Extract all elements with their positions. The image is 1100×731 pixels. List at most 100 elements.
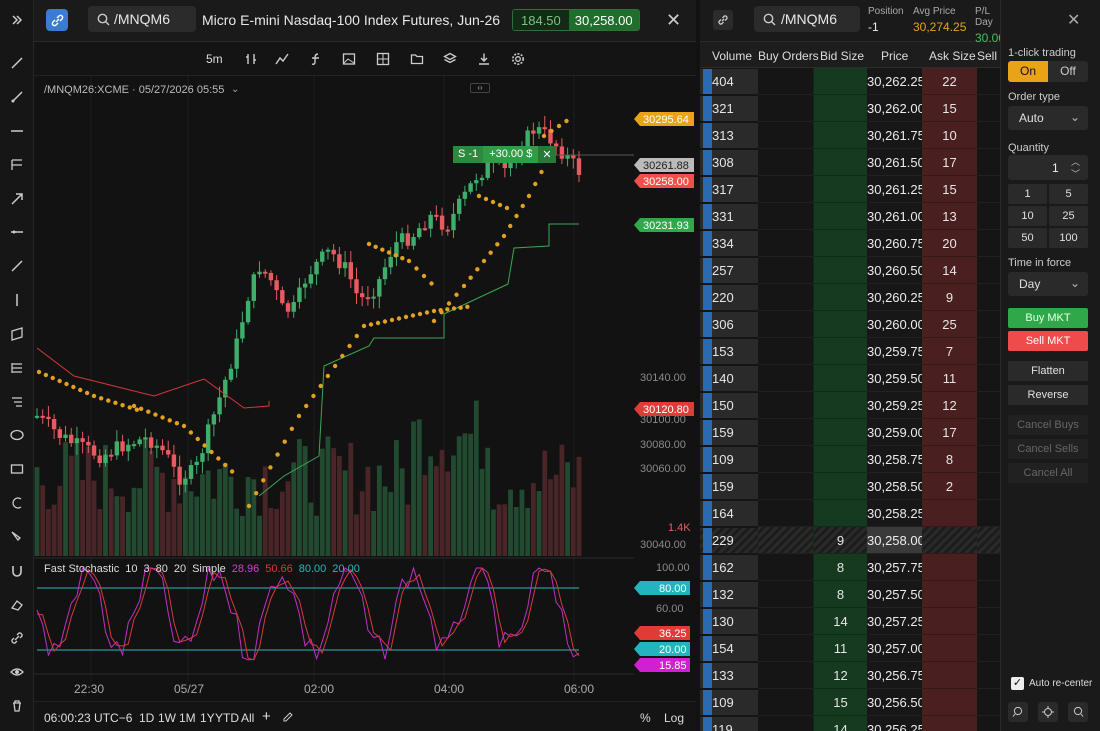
function-icon[interactable] (309, 50, 323, 68)
buy-orders-cell[interactable] (758, 581, 813, 608)
indicators-icon[interactable] (275, 50, 289, 68)
dom-ladder[interactable]: 404 30,262.25 22 321 30,262.00 15 313 30,261.75… (700, 68, 1000, 731)
interval-button[interactable]: 5m (206, 50, 223, 68)
close-icon[interactable]: ✕ (666, 10, 681, 31)
trendline-icon[interactable] (7, 53, 27, 73)
sell-orders-cell[interactable] (977, 581, 1000, 608)
bid-size-cell[interactable]: 12 (813, 662, 867, 689)
sell-orders-cell[interactable] (977, 608, 1000, 635)
center-icon[interactable] (1038, 702, 1058, 722)
symbol-search-input[interactable]: /MNQM6 (88, 6, 196, 32)
fib-extension-icon[interactable] (7, 392, 27, 412)
cancel-all-button[interactable]: Cancel All (1008, 463, 1088, 483)
one-click-toggle[interactable]: On Off (1008, 61, 1088, 82)
dom-symbol-input[interactable]: /MNQM6 (754, 6, 860, 32)
expand-icon[interactable] (7, 10, 27, 30)
quantity-stepper[interactable]: 1 ︿ ﹀ (1008, 155, 1088, 180)
brush-icon[interactable] (7, 527, 27, 547)
segment-icon[interactable] (7, 256, 27, 276)
arc-icon[interactable] (7, 493, 27, 513)
sell-mkt-button[interactable]: Sell MKT (1008, 331, 1088, 351)
buy-orders-cell[interactable] (758, 662, 813, 689)
bid-size-cell[interactable] (813, 284, 867, 311)
bid-size-cell[interactable] (813, 473, 867, 500)
range-1y[interactable]: 1Y (200, 711, 215, 725)
fib-retracement-icon[interactable] (7, 358, 27, 378)
buy-orders-cell[interactable] (758, 527, 813, 554)
sell-orders-cell[interactable] (977, 230, 1000, 257)
sell-orders-cell[interactable] (977, 662, 1000, 689)
buy-orders-cell[interactable] (758, 716, 813, 731)
qty-button[interactable]: 5 (1049, 184, 1088, 204)
magnet-icon[interactable] (7, 561, 27, 581)
bid-size-cell[interactable]: 14 (813, 716, 867, 731)
settings-icon[interactable] (511, 50, 525, 68)
log-toggle[interactable]: Log (664, 711, 684, 725)
buy-orders-cell[interactable] (758, 554, 813, 581)
layout-icon[interactable] (376, 50, 390, 68)
sell-orders-cell[interactable] (977, 527, 1000, 554)
qty-button[interactable]: 25 (1049, 206, 1088, 226)
ask-size-cell[interactable]: 2 (922, 473, 977, 500)
pencil-icon[interactable] (282, 711, 294, 726)
ask-size-cell[interactable]: 20 (922, 230, 977, 257)
price-chart[interactable]: 30140.0030100.0030080.0030060.0030040.00… (34, 76, 696, 701)
dom-row[interactable]: 308 30,261.50 17 (700, 149, 1000, 176)
link-icon[interactable] (713, 10, 733, 30)
close-icon[interactable]: ✕ (1067, 10, 1080, 30)
sell-orders-cell[interactable] (977, 149, 1000, 176)
range-1w[interactable]: 1W (158, 711, 176, 725)
buy-orders-cell[interactable] (758, 68, 813, 95)
col-bid-size[interactable]: Bid Size (820, 49, 864, 63)
link-icon[interactable] (7, 628, 27, 648)
bid-size-cell[interactable] (813, 392, 867, 419)
qty-button[interactable]: 10 (1008, 206, 1047, 226)
buy-orders-cell[interactable] (758, 635, 813, 662)
sell-orders-cell[interactable] (977, 365, 1000, 392)
collapse-icon[interactable]: ‹› (470, 83, 490, 93)
extended-line-icon[interactable] (7, 222, 27, 242)
ask-size-cell[interactable] (922, 581, 977, 608)
buy-orders-cell[interactable] (758, 689, 813, 716)
ask-size-cell[interactable] (922, 689, 977, 716)
dom-row[interactable]: 164 30,258.25 (700, 500, 1000, 527)
ask-size-cell[interactable]: 14 (922, 257, 977, 284)
dom-row[interactable]: 130 14 30,257.25 (700, 608, 1000, 635)
buy-orders-cell[interactable] (758, 284, 813, 311)
dom-row[interactable]: 404 30,262.25 22 (700, 68, 1000, 95)
sell-orders-cell[interactable] (977, 716, 1000, 731)
sell-orders-cell[interactable] (977, 257, 1000, 284)
buy-orders-cell[interactable] (758, 608, 813, 635)
decrement-icon[interactable]: ﹀ (1071, 167, 1080, 180)
close-position-icon[interactable]: ✕ (538, 146, 556, 163)
ask-size-cell[interactable]: 22 (922, 68, 977, 95)
dom-row[interactable]: 132 8 30,257.50 (700, 581, 1000, 608)
sell-orders-cell[interactable] (977, 311, 1000, 338)
buy-orders-cell[interactable] (758, 500, 813, 527)
ask-size-cell[interactable]: 10 (922, 122, 977, 149)
buy-orders-cell[interactable] (758, 392, 813, 419)
qty-button[interactable]: 100 (1049, 228, 1088, 248)
dom-row[interactable]: 317 30,261.25 15 (700, 176, 1000, 203)
add-icon[interactable]: + (262, 708, 271, 725)
dom-row[interactable]: 220 30,260.25 9 (700, 284, 1000, 311)
bid-size-cell[interactable] (813, 68, 867, 95)
buy-orders-cell[interactable] (758, 122, 813, 149)
sell-orders-cell[interactable] (977, 284, 1000, 311)
dom-row[interactable]: 159 30,258.50 2 (700, 473, 1000, 500)
ask-size-cell[interactable]: 17 (922, 149, 977, 176)
percent-toggle[interactable]: % (640, 711, 651, 725)
buy-orders-cell[interactable] (758, 365, 813, 392)
dom-row[interactable]: 140 30,259.50 11 (700, 365, 1000, 392)
dom-row[interactable]: 153 30,259.75 7 (700, 338, 1000, 365)
cancel-sells-button[interactable]: Cancel Sells (1008, 439, 1088, 459)
buy-orders-cell[interactable] (758, 338, 813, 365)
bid-size-cell[interactable] (813, 365, 867, 392)
sell-orders-cell[interactable] (977, 176, 1000, 203)
bid-size-cell[interactable]: 9 (813, 527, 867, 554)
ask-size-cell[interactable] (922, 527, 977, 554)
flatten-button[interactable]: Flatten (1008, 361, 1088, 381)
parallel-channel-icon[interactable] (7, 324, 27, 344)
col-price[interactable]: Price (881, 49, 908, 63)
col-volume[interactable]: Volume (712, 49, 752, 63)
